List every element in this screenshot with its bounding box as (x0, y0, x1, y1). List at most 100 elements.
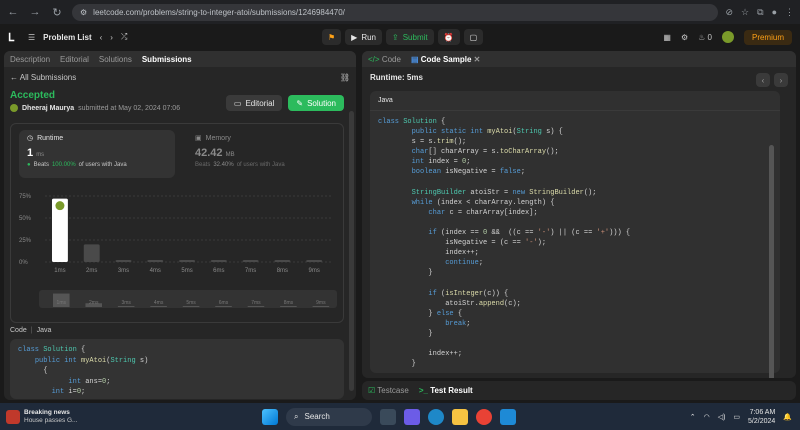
address-bar[interactable]: ⚙ leetcode.com/problems/string-to-intege… (72, 3, 718, 21)
all-submissions-link[interactable]: ← All Submissions (10, 73, 76, 82)
brush-tick-label: 7ms (251, 300, 261, 306)
extensions-icon[interactable]: ⧉ (757, 7, 763, 18)
brush-bar-5ms (182, 306, 200, 307)
back-icon[interactable]: ← (6, 5, 20, 19)
x-tick-label: 6ms (213, 268, 224, 274)
runtime-distribution-chart[interactable]: 75% 50% 25% 0% 1ms 2ms 3ms 4ms 5ms 6ms 7ms 8ms 9ms (11, 184, 345, 284)
volume-icon[interactable]: ◁) (718, 413, 726, 421)
tab-testcase[interactable]: ☑ Testcase (368, 386, 409, 395)
timer-icon[interactable]: ⏰ (437, 29, 460, 45)
brush-tick-label: 5ms (186, 300, 196, 306)
tab-code-sample[interactable]: ▤ Code Sample ✕ (411, 55, 480, 64)
tab-editorial[interactable]: Editorial (60, 55, 89, 64)
clock-icon: ◷ (27, 135, 34, 142)
chevron-up-icon[interactable]: ⌃ (690, 413, 696, 421)
notes-icon[interactable]: ▢ (463, 29, 484, 45)
solution-button[interactable]: ✎ Solution (288, 95, 344, 111)
chrome-icon[interactable] (476, 408, 492, 425)
taskbar: Breaking news House passes G... ⌕ Search … (0, 403, 800, 430)
code-sample-box[interactable]: Java class Solution { public static int … (370, 91, 780, 378)
tab-code[interactable]: </> Code (368, 55, 401, 64)
file-explorer-icon[interactable] (452, 408, 468, 425)
sample-scrollbar[interactable] (769, 145, 774, 378)
settings-icon[interactable]: ⚙ (681, 33, 688, 42)
bar-6ms[interactable] (210, 260, 227, 262)
bookmark-icon[interactable]: ☆ (741, 7, 749, 18)
bar-5ms[interactable] (179, 260, 195, 262)
next-problem-icon[interactable]: › (110, 33, 113, 42)
news-icon (6, 409, 20, 424)
battery-icon[interactable]: ▭ (733, 413, 740, 421)
tab-submissions[interactable]: Submissions (142, 55, 192, 64)
prev-problem-icon[interactable]: ‹ (100, 33, 103, 42)
vscode-icon[interactable] (500, 408, 516, 425)
username[interactable]: Dheeraj Maurya (22, 105, 74, 112)
profile-icon[interactable]: ● (772, 7, 777, 18)
task-view-icon[interactable] (380, 408, 396, 425)
upload-icon: ⇪ (392, 32, 399, 42)
bar-7ms[interactable] (242, 260, 259, 262)
reload-icon[interactable]: ↻ (50, 5, 64, 19)
avatar-marker (55, 201, 65, 211)
forward-icon[interactable]: → (28, 5, 42, 19)
sample-code: class Solution { public static int myAto… (378, 118, 631, 369)
chart-range-brush[interactable]: 1ms 2ms 3ms 4ms 5ms 6ms 7ms 8ms 9ms (39, 290, 337, 308)
x-tick-label: 1ms (54, 268, 65, 274)
news-widget[interactable]: Breaking news House passes G... (6, 409, 77, 425)
tab-solutions[interactable]: Solutions (99, 55, 132, 64)
tab-description[interactable]: Description (10, 55, 50, 64)
avatar[interactable] (721, 31, 734, 43)
right-tabs: </> Code ▤ Code Sample ✕ (362, 51, 796, 67)
memory-chip-icon: ▣ (195, 135, 202, 142)
bar-3ms[interactable] (115, 260, 132, 262)
clock[interactable]: 7:06 AM 5/2/2024 (748, 408, 775, 426)
editorial-button[interactable]: ▭ Editorial (225, 95, 283, 111)
privacy-icon[interactable]: ⊘ (726, 7, 734, 18)
bar-9ms[interactable] (306, 260, 323, 262)
brush-bar-6ms (215, 306, 232, 307)
submitted-code[interactable]: class Solution { public int myAtoi(Strin… (10, 339, 344, 399)
x-tick-label: 2ms (86, 268, 97, 274)
edge-browser-icon[interactable] (428, 408, 444, 425)
close-icon[interactable]: ✕ (474, 55, 481, 64)
code-lang: Java (36, 327, 52, 334)
prev-sample-icon[interactable]: ‹ (756, 73, 770, 87)
submit-button[interactable]: ⇪ Submit (386, 29, 434, 45)
wifi-icon[interactable]: ◠ (704, 413, 710, 421)
chat-icon[interactable] (404, 408, 420, 425)
shuffle-icon[interactable]: ⤮ (121, 32, 127, 42)
left-scrollbar[interactable] (349, 111, 354, 391)
bar-8ms[interactable] (274, 260, 291, 262)
brush-bar-8ms (280, 306, 297, 307)
run-button[interactable]: ▶ Run (345, 29, 383, 45)
leetcode-nav: ᒪ ☰ Problem List ‹ › ⤮ ⚑ ▶ Run ⇪ Submit ⏰ … (0, 24, 800, 50)
streak-counter[interactable]: ♨ 0 (698, 33, 712, 42)
windows-start-icon[interactable] (262, 408, 278, 425)
code-line: public int myAtoi(String s) (34, 356, 149, 365)
sample-lang: Java (370, 91, 780, 111)
runtime-card[interactable]: ◷ Runtime 1 ms ● Beats 100.00% of users with… (19, 130, 175, 178)
leetcode-logo-icon[interactable]: ᒪ (8, 31, 20, 44)
play-icon: ▶ (351, 32, 358, 42)
premium-button[interactable]: Premium (743, 29, 792, 45)
taskbar-search[interactable]: ⌕ Search (286, 407, 372, 426)
browser-toolbar: ← → ↻ ⚙ leetcode.com/problems/string-to-… (0, 0, 800, 24)
bar-4ms[interactable] (147, 260, 164, 262)
right-panel: </> Code ▤ Code Sample ✕ Runtime: 5ms ‹ … (362, 51, 796, 378)
link-icon[interactable]: ⛓ (340, 73, 350, 82)
menu-icon[interactable]: ⋮ (785, 7, 794, 18)
brush-tick-label: 3ms (121, 300, 131, 306)
bar-2ms[interactable] (83, 244, 100, 262)
notification-icon[interactable]: 🔔 (783, 413, 792, 421)
x-tick-label: 3ms (118, 268, 129, 274)
x-tick-label: 9ms (308, 268, 319, 274)
tab-test-result[interactable]: >_ Test Result (419, 386, 473, 395)
next-sample-icon[interactable]: › (774, 73, 788, 87)
code-label: Code (10, 327, 27, 334)
problem-list-link[interactable]: Problem List (43, 33, 91, 42)
layout-icon[interactable]: ▦ (663, 33, 671, 42)
memory-card[interactable]: ▣ Memory 42.42 MB Beats 32.40% of users wit… (187, 130, 337, 178)
code-icon: </> (368, 54, 380, 64)
debug-button[interactable]: ⚑ (322, 29, 342, 45)
site-info-icon[interactable]: ⚙ (80, 8, 87, 17)
